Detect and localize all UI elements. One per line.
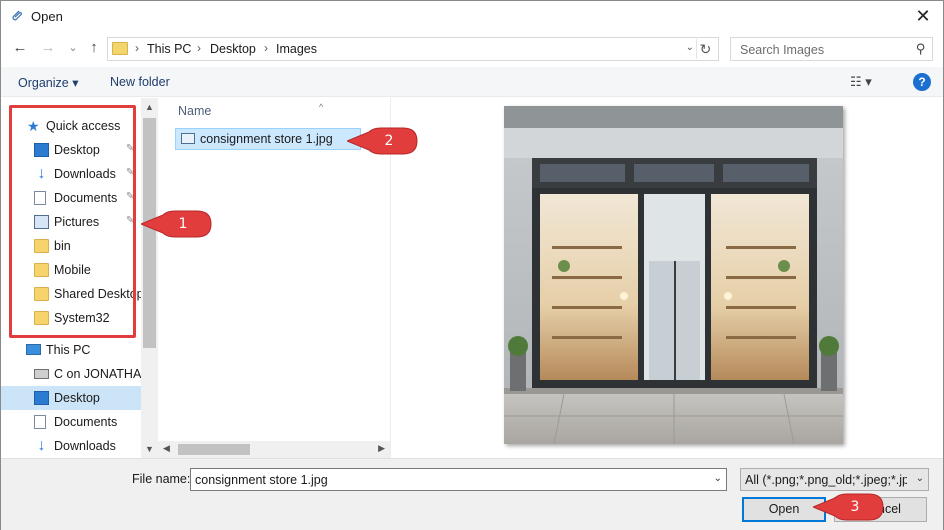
drive-icon (34, 369, 49, 379)
nav-label: This PC (46, 343, 91, 357)
file-name-field[interactable]: consignment store 1.jpg ⌄ (190, 468, 727, 491)
new-folder-button[interactable]: New folder (110, 75, 170, 89)
help-icon[interactable]: ? (913, 73, 931, 91)
scroll-up-icon[interactable]: ▲ (141, 102, 158, 112)
refresh-button[interactable]: ↻ (696, 39, 714, 59)
nav-item-desktop-selected[interactable]: Desktop (1, 386, 141, 410)
folder-icon (112, 42, 128, 55)
address-dropdown-icon[interactable]: ⌄ (686, 42, 694, 53)
nav-label: Downloads (54, 439, 116, 453)
callout-1: 1 (141, 209, 213, 239)
computer-icon (26, 344, 41, 355)
document-icon (34, 415, 46, 429)
nav-label: Desktop (54, 391, 100, 405)
breadcrumb-desktop[interactable]: Desktop (210, 42, 256, 56)
column-header-label: Name (178, 104, 212, 118)
nav-item-this-pc[interactable]: This PC (1, 338, 141, 362)
image-preview (504, 106, 843, 444)
dialog-footer: File name: consignment store 1.jpg ⌄ All… (1, 458, 943, 530)
search-input[interactable]: Search Images ⚲ (730, 37, 933, 61)
horizontal-scrollbar[interactable]: ◀ ▶ (158, 441, 390, 458)
search-placeholder: Search Images (740, 43, 825, 57)
storefront-image (504, 106, 843, 444)
download-icon: ↓ (37, 437, 46, 454)
column-header-name[interactable]: Name ^ (178, 102, 323, 118)
file-name-label: File name: (132, 472, 191, 486)
nav-label: Documents (54, 415, 118, 429)
scroll-down-icon[interactable]: ▼ (141, 444, 158, 454)
scrollbar-thumb[interactable] (178, 444, 250, 455)
breadcrumb-separator: › (197, 41, 201, 55)
callout-number: 1 (178, 216, 188, 232)
callout-3: 3 (813, 492, 885, 522)
callout-2: 2 (347, 126, 419, 156)
open-dialog: Open ✕ ← → ⌄ ↑ › This PC › Desktop › Ima… (0, 0, 944, 530)
highlight-box (9, 105, 136, 338)
nav-label: C on JONATHAN (54, 367, 151, 381)
image-file-icon (181, 133, 195, 144)
scroll-right-icon[interactable]: ▶ (378, 443, 385, 454)
paperclip-icon (12, 10, 22, 21)
nav-item-c-drive[interactable]: C on JONATHAN (1, 362, 150, 386)
breadcrumb-separator: › (264, 41, 268, 55)
desktop-icon (34, 391, 49, 405)
scroll-left-icon[interactable]: ◀ (163, 443, 170, 454)
nav-item-downloads-2[interactable]: ↓ Downloads (1, 434, 141, 458)
command-bar: Organize ▾ New folder ☷ ▾ ? (1, 67, 943, 97)
file-name: consignment store 1.jpg (200, 132, 333, 146)
file-item[interactable]: consignment store 1.jpg (175, 128, 361, 150)
forward-button[interactable]: → (39, 39, 57, 57)
callout-number: 2 (384, 133, 394, 149)
window-title: Open (31, 9, 63, 24)
nav-item-documents-2[interactable]: Documents (1, 410, 141, 434)
title-bar: Open ✕ (1, 1, 943, 32)
preview-pane (391, 98, 943, 458)
up-button[interactable]: ↑ (85, 39, 103, 57)
file-name-value: consignment store 1.jpg (195, 473, 328, 487)
back-button[interactable]: ← (11, 39, 29, 57)
chevron-down-icon[interactable]: ⌄ (916, 473, 924, 484)
file-type-select[interactable]: All (*.png;*.png_old;*.jpeg;*.jpg ⌄ (740, 468, 929, 491)
callout-number: 3 (850, 499, 860, 515)
file-type-value: All (*.png;*.png_old;*.jpeg;*.jpg (745, 473, 907, 487)
breadcrumb-this-pc[interactable]: This PC (147, 42, 191, 56)
close-button[interactable]: ✕ (911, 5, 935, 27)
organize-button[interactable]: Organize ▾ (18, 75, 78, 90)
recent-locations-button[interactable]: ⌄ (64, 39, 82, 57)
chevron-down-icon[interactable]: ⌄ (714, 473, 722, 484)
change-view-button[interactable]: ☷ ▾ (850, 74, 872, 90)
nav-scrollbar[interactable]: ▲ ▼ (141, 98, 158, 458)
breadcrumb-images[interactable]: Images (276, 42, 317, 56)
breadcrumb-separator: › (135, 41, 139, 55)
search-icon: ⚲ (916, 41, 926, 56)
sort-ascending-icon: ^ (319, 102, 324, 112)
address-bar[interactable]: › This PC › Desktop › Images ⌄ ↻ (107, 37, 719, 61)
